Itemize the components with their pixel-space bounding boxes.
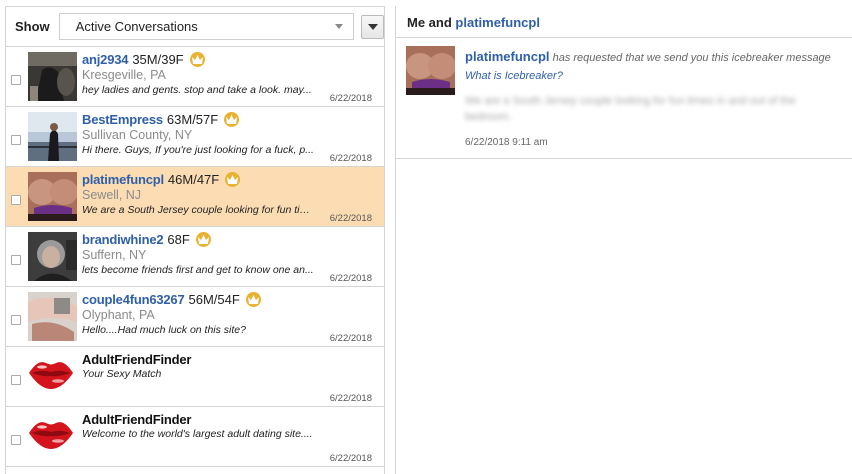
conversation-thread-panel: Me and platimefuncpl platimefuncpl has r… xyxy=(395,6,852,474)
conversation-username[interactable]: AdultFriendFinder xyxy=(82,352,191,367)
row-checkbox[interactable] xyxy=(11,75,21,85)
row-checkbox[interactable] xyxy=(11,315,21,325)
conversation-snippet: lets become friends first and get to kno… xyxy=(82,264,314,276)
row-checkbox[interactable] xyxy=(11,135,21,145)
filter-selected-value: Active Conversations xyxy=(75,19,198,34)
message-body-blurred: We are a South Jersey couple looking for… xyxy=(465,95,796,123)
conversation-location: Olyphant, PA xyxy=(82,308,155,322)
row-checkbox[interactable] xyxy=(11,255,21,265)
conversation-username[interactable]: BestEmpress xyxy=(82,112,163,127)
dropdown-caret-icon xyxy=(335,24,344,29)
lips-icon xyxy=(29,422,73,449)
thread-header-prefix: Me and xyxy=(407,15,452,30)
conversation-location: Suffern, NY xyxy=(82,248,147,262)
thread-header: Me and platimefuncpl xyxy=(396,6,852,38)
message-item: platimefuncpl has requested that we send… xyxy=(396,38,852,159)
conversation-date: 6/22/2018 xyxy=(329,93,372,104)
conversation-date: 6/22/2018 xyxy=(329,393,372,404)
lips-icon xyxy=(29,362,73,389)
conversation-row[interactable]: brandiwhine2 68F Suffern, NY lets become… xyxy=(6,227,384,287)
conversation-username[interactable]: brandiwhine2 xyxy=(82,232,164,247)
filter-bar: Show Active Conversations xyxy=(6,7,384,47)
crown-icon xyxy=(189,52,205,67)
conversation-date: 6/22/2018 xyxy=(329,153,372,164)
crown-icon xyxy=(245,292,261,307)
avatar[interactable] xyxy=(28,292,77,341)
avatar[interactable] xyxy=(28,52,77,101)
menu-caret-icon xyxy=(367,23,378,30)
conversation-username[interactable]: AdultFriendFinder xyxy=(82,412,191,427)
conversation-username[interactable]: couple4fun63267 xyxy=(82,292,185,307)
row-checkbox[interactable] xyxy=(11,375,21,385)
sender-avatar[interactable] xyxy=(406,46,455,95)
conversation-ages: 68F xyxy=(167,232,190,247)
conversation-row-selected[interactable]: platimefuncpl 46M/47F Sewell, NJ We are … xyxy=(6,167,384,227)
conversation-username[interactable]: anj2934 xyxy=(82,52,129,67)
conversation-list-panel: Show Active Conversations anj2934 35M/39… xyxy=(5,6,385,474)
conversation-row[interactable]: anj2934 35M/39F Kresgeville, PA hey ladi… xyxy=(6,47,384,107)
show-label: Show xyxy=(15,19,50,34)
conversation-ages: 63M/57F xyxy=(166,112,219,127)
message-timestamp: 6/22/2018 9:11 am xyxy=(465,137,548,148)
row-checkbox[interactable] xyxy=(11,435,21,445)
conversation-username[interactable]: platimefuncpl xyxy=(82,172,164,187)
conversation-ages: 56M/54F xyxy=(188,292,240,307)
conversation-date: 6/22/2018 xyxy=(329,453,372,464)
conversation-ages: 35M/39F xyxy=(132,52,184,67)
conversation-date: 6/22/2018 xyxy=(329,213,372,224)
conversation-location: Kresgeville, PA xyxy=(82,68,166,82)
avatar[interactable] xyxy=(28,232,77,281)
conversation-ages: 46M/47F xyxy=(167,172,220,187)
avatar[interactable] xyxy=(28,172,77,221)
thread-header-username[interactable]: platimefuncpl xyxy=(455,15,540,30)
message-intro-text: has requested that we send you this iceb… xyxy=(552,52,831,64)
conversation-snippet: Welcome to the world's largest adult dat… xyxy=(82,428,313,440)
conversation-filter-select[interactable]: Active Conversations xyxy=(58,13,355,40)
row-checkbox[interactable] xyxy=(11,195,21,205)
conversation-row[interactable]: BestEmpress 63M/57F Sullivan County, NY … xyxy=(6,107,384,167)
icebreaker-help-link[interactable]: What is Icebreaker? xyxy=(465,70,563,82)
conversation-snippet: hey ladies and gents. stop and take a lo… xyxy=(82,84,312,96)
conversation-location: Sewell, NJ xyxy=(82,188,142,202)
crown-icon xyxy=(225,172,241,187)
crown-icon xyxy=(224,112,240,127)
avatar[interactable] xyxy=(28,112,77,161)
conversation-snippet: Hello....Had much luck on this site? xyxy=(82,324,246,336)
conversation-snippet: We are a South Jersey couple looking for… xyxy=(82,204,314,216)
crown-icon xyxy=(195,232,211,247)
conversation-snippet: Your Sexy Match xyxy=(82,368,162,380)
list-options-button[interactable] xyxy=(361,14,384,39)
conversation-date: 6/22/2018 xyxy=(329,333,372,344)
conversation-row[interactable]: AdultFriendFinder Your Sexy Match 6/22/2… xyxy=(6,347,384,407)
conversation-row[interactable]: couple4fun63267 56M/54F Olyphant, PA Hel… xyxy=(6,287,384,347)
conversation-location: Sullivan County, NY xyxy=(82,128,193,142)
message-sender[interactable]: platimefuncpl xyxy=(465,49,550,64)
conversation-row[interactable]: AdultFriendFinder Welcome to the world's… xyxy=(6,407,384,467)
conversation-date: 6/22/2018 xyxy=(329,273,372,284)
conversation-snippet: Hi there. Guys, If you're just looking f… xyxy=(82,144,314,156)
